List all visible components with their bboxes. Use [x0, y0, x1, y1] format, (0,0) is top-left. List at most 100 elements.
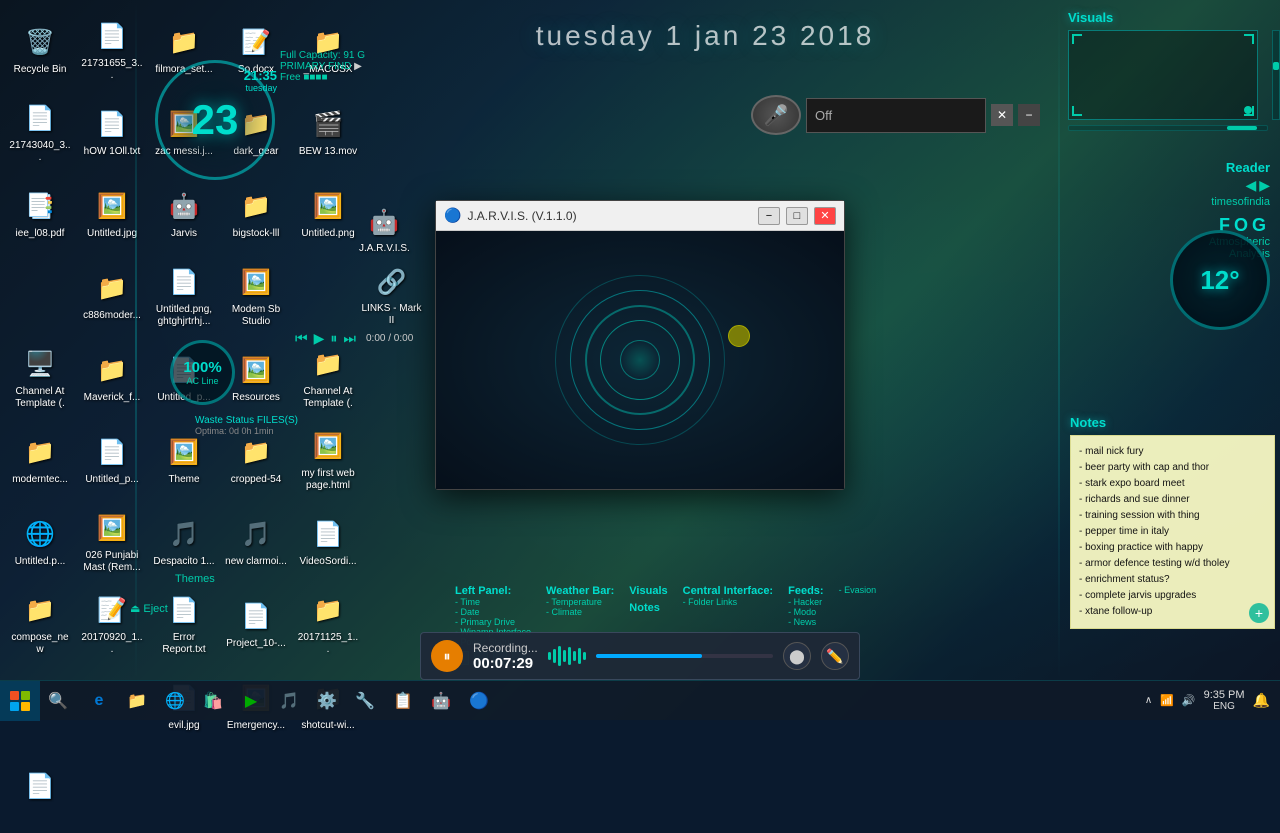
jarvis-minimize-button[interactable]: − — [758, 207, 780, 225]
free-label: Free ■■■■ — [280, 72, 365, 83]
player-play[interactable]: ▶ — [314, 330, 325, 347]
notes-content: - mail nick fury - beer party with cap a… — [1079, 444, 1266, 620]
recording-progress-fill — [596, 654, 702, 658]
taskbar-tray: ∧ 📶 🔊 9:35 PM ENG 🔔 — [1135, 689, 1280, 712]
taskbar-time: 9:35 PM — [1204, 689, 1245, 701]
teal-divider-left — [135, 0, 137, 680]
icon-ieee-pdf[interactable]: 📑 iee_l08.pdf — [5, 174, 75, 254]
icon-modern-sb[interactable]: 🖥️ Channel At Template (. — [5, 338, 75, 418]
taskbar-ie[interactable]: 🌐 — [157, 683, 193, 719]
temperature-value: 12° — [1200, 265, 1239, 296]
player-time: 0:00 / 0:00 — [366, 333, 413, 344]
icon-026-punjabi[interactable]: 🎵 Despacito 1... — [149, 502, 219, 582]
player-controls[interactable]: ⏮ ▶ ⏸ ⏭ 0:00 / 0:00 — [295, 330, 413, 347]
reader-left-arrow[interactable]: ◀ — [1245, 177, 1256, 194]
recording-pause-button[interactable]: ⏸ — [431, 640, 463, 672]
icon-myfirstweb[interactable]: 🌐 Untitled.p... — [5, 502, 75, 582]
windows-logo — [10, 691, 30, 711]
temperature-widget: 12° — [1170, 230, 1270, 330]
voice-control-widget[interactable]: 🎤 Off ✕ − — [751, 95, 1040, 135]
icon-shotcut-wi[interactable]: 📄 — [5, 748, 75, 828]
recording-time: 00:07:29 — [473, 655, 538, 672]
player-prev[interactable]: ⏮ — [295, 330, 308, 347]
datetime-overlay: tuesday 1 jan 23 2018 — [350, 20, 1060, 52]
arc-reactor — [550, 270, 730, 450]
icon-error-report[interactable]: 📄 Project_10-... — [221, 584, 291, 664]
icon-21743040[interactable]: 📄 21743040_3... — [5, 92, 75, 172]
taskbar-tool[interactable]: 🔧 — [347, 683, 383, 719]
jarvis-window: 🔵 J.A.R.V.I.S. (V.1.1.0) − □ ✕ — [435, 200, 845, 490]
visuals-title: Visuals — [1068, 10, 1272, 25]
taskbar-circle-app[interactable]: 🔵 — [461, 683, 497, 719]
player-pause[interactable]: ⏸ — [330, 330, 337, 347]
icon-bigstock[interactable]: 📁 bigstock-lll — [221, 174, 291, 254]
notes-box: - mail nick fury - beer party with cap a… — [1070, 435, 1275, 629]
left-panel-title: Left Panel: — [455, 585, 531, 597]
icon-c886modern[interactable]: 📄 Untitled.png, ghtghjrtrhj... — [149, 256, 219, 336]
cursor-indicator — [728, 325, 750, 347]
jarvis-close-button[interactable]: ✕ — [814, 207, 836, 225]
taskbar-edge[interactable]: e — [81, 683, 117, 719]
desktop: tuesday 1 jan 23 2018 🗑️ Recycle Bin 📄 2… — [0, 0, 1280, 720]
icon-videosordi[interactable]: 📁 compose_new — [5, 584, 75, 664]
feeds-title: Feeds: — [788, 585, 823, 597]
icon-resources[interactable]: 📁 Channel At Template (. — [293, 338, 363, 418]
voice-minimize-button[interactable]: − — [1018, 104, 1040, 126]
taskbar-store[interactable]: 🛍️ — [195, 683, 231, 719]
visuals-scrollbar-handle[interactable] — [1273, 62, 1279, 70]
taskbar: 🔍 e 📁 🌐 🛍️ ▶ 🎵 ⚙️ 🔧 📋 🤖 🔵 ∧ 📶 🔊 9:35 PM … — [0, 680, 1280, 720]
player-next[interactable]: ⏭ — [343, 330, 356, 347]
icon-channel-at2[interactable]: 📁 moderntec... — [5, 420, 75, 500]
taskbar-jarvis-app[interactable]: 🤖 — [423, 683, 459, 719]
taskbar-show-hidden[interactable]: ∧ — [1145, 695, 1152, 706]
power-gauge: 100% AC Line — [170, 340, 235, 405]
hud-day: tuesday — [244, 83, 277, 93]
taskbar-notification-icon[interactable]: 🔔 — [1253, 692, 1270, 709]
taskbar-network-icon: 📶 — [1160, 694, 1174, 707]
notes-title: Notes — [1070, 415, 1275, 430]
visuals-info-title: Visuals — [629, 585, 667, 597]
taskbar-winamp[interactable]: 🎵 — [271, 683, 307, 719]
visuals-preview-box — [1068, 30, 1258, 120]
jarvis-titlebar[interactable]: 🔵 J.A.R.V.I.S. (V.1.1.0) − □ ✕ — [436, 201, 844, 231]
links-markii-icon[interactable]: 🔗 LINKS - Mark II — [355, 260, 428, 331]
icon-cropped54[interactable]: 🖼️ my first web page.html — [293, 420, 363, 500]
recording-camera-button[interactable]: ⬤ — [783, 642, 811, 670]
icon-bew-mov[interactable]: 🎬 BEW 13.mov — [293, 92, 363, 172]
visuals-section: Visuals — [1060, 5, 1280, 136]
icon-recycle-bin[interactable]: 🗑️ Recycle Bin — [5, 10, 75, 90]
microphone-button[interactable]: 🎤 — [751, 95, 801, 135]
hud-time: 21:35 — [244, 68, 277, 83]
visuals-hslider[interactable] — [1068, 125, 1268, 131]
icon-20170920[interactable]: 📄 Error Report.txt — [149, 584, 219, 664]
icon-untitled-png1[interactable]: 🖼️ Untitled.png — [293, 174, 363, 254]
notes-info-title: Notes — [629, 602, 667, 614]
reader-source: timesofindia — [1211, 196, 1270, 208]
jarvis-desktop-icon[interactable]: 🤖 J.A.R.V.I.S. — [355, 200, 414, 259]
icon-jarvis[interactable]: 🤖 Jarvis — [149, 174, 219, 254]
recording-progress-bar[interactable] — [596, 654, 773, 658]
themes-label: Themes — [175, 573, 215, 585]
icon-project10[interactable]: 📁 20171125_1... — [293, 584, 363, 664]
voice-input-box[interactable]: Off — [806, 98, 986, 133]
reader-right-arrow[interactable]: ▶ — [1259, 177, 1270, 194]
jarvis-window-title: J.A.R.V.I.S. (V.1.1.0) — [467, 209, 752, 223]
icon-new-clarm[interactable]: 📄 VideoSordi... — [293, 502, 363, 582]
voice-close-button[interactable]: ✕ — [991, 104, 1013, 126]
icon-despacito[interactable]: 🎵 new clarmoi... — [221, 502, 291, 582]
start-button[interactable] — [0, 681, 40, 721]
visuals-scrollbar[interactable] — [1272, 30, 1280, 120]
taskbar-notes[interactable]: 📋 — [385, 683, 421, 719]
taskbar-volume-icon[interactable]: 🔊 — [1182, 694, 1196, 707]
taskbar-search-button[interactable]: 🔍 — [40, 683, 76, 719]
taskbar-explorer[interactable]: 📁 — [119, 683, 155, 719]
icon-untitled-ghtj[interactable]: 🖼️ Modem Sb Studio — [221, 256, 291, 336]
recording-edit-button[interactable]: ✏️ — [821, 642, 849, 670]
power-pct: 100% — [183, 359, 221, 376]
ac-line: AC Line — [186, 376, 218, 386]
notes-add-button[interactable]: + — [1249, 603, 1269, 623]
recording-info: Recording... 00:07:29 — [473, 641, 538, 672]
taskbar-media-player[interactable]: ▶ — [233, 683, 269, 719]
taskbar-settings[interactable]: ⚙️ — [309, 683, 345, 719]
jarvis-restore-button[interactable]: □ — [786, 207, 808, 225]
